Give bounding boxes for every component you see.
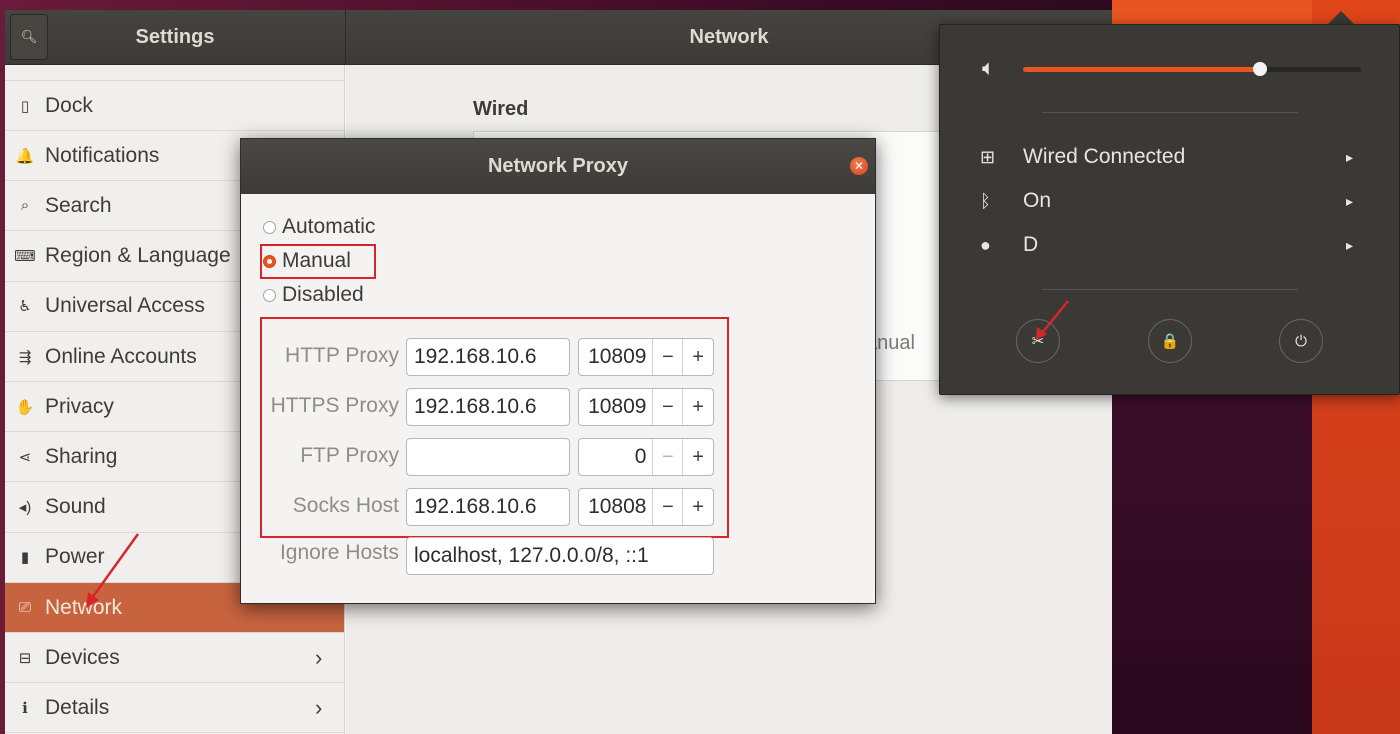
chevron-right-icon: ▸ xyxy=(1346,236,1354,253)
chevron-right-icon: ▸ xyxy=(1346,192,1354,209)
menu-separator xyxy=(1042,112,1298,113)
hand-icon: ✋ xyxy=(15,398,35,416)
speaker-icon: ◂) xyxy=(18,499,32,517)
lock-icon: 🔒 xyxy=(1160,333,1180,350)
sidebar-item-details[interactable]: ℹ Details › xyxy=(5,683,344,734)
chevron-right-icon: › xyxy=(315,644,323,670)
radio-disabled[interactable]: Disabled xyxy=(263,283,364,307)
sidebar-item-label: Details xyxy=(45,695,110,719)
radio-automatic[interactable]: Automatic xyxy=(263,215,375,239)
close-icon: ✕ xyxy=(853,159,865,173)
radio-button-icon[interactable] xyxy=(263,288,276,302)
radio-label: Automatic xyxy=(282,215,376,238)
search-button[interactable]: 🔍︎ xyxy=(10,14,48,60)
accessibility-icon: ♿ xyxy=(18,298,32,316)
system-menu: 🔈︎ ⊞ Wired Connected ▸ ᛒ On ▸ ● D ▸ ✂ 🔒 ⏻ xyxy=(939,24,1400,395)
radio-label: Disabled xyxy=(282,283,364,306)
network-proxy-dialog: Network Proxy ✕ Automatic Manual Disabled … xyxy=(240,138,876,604)
desktop-wallpaper-purple xyxy=(1112,390,1312,734)
keyboard-icon: ⌨ xyxy=(14,248,36,266)
bluetooth-icon: ᛒ xyxy=(980,190,991,211)
info-icon: ℹ xyxy=(22,699,28,717)
bell-icon: 🔔 xyxy=(15,147,35,165)
chevron-right-icon: ▸ xyxy=(1346,148,1354,165)
system-menu-item-user[interactable]: ● D ▸ xyxy=(980,225,1360,265)
system-menu-item-label: D xyxy=(1023,233,1039,256)
annotation-box-proxies xyxy=(260,317,729,538)
sidebar-item-partial xyxy=(5,65,344,81)
wired-heading: Wired xyxy=(473,98,529,120)
system-menu-pointer xyxy=(1328,11,1354,24)
volume-slider-fill xyxy=(1023,67,1260,72)
volume-slider-handle[interactable] xyxy=(1252,62,1267,76)
devices-icon: ⊟ xyxy=(18,649,32,667)
search-icon: 🔍︎ xyxy=(20,29,38,44)
annotation-arrow-network xyxy=(86,533,140,608)
network-wired-icon: ⊞ xyxy=(980,146,996,167)
sidebar-item-label: Dock xyxy=(45,93,93,117)
power-button[interactable]: ⏻ xyxy=(1279,319,1323,363)
sidebar-item-label: Devices xyxy=(45,645,120,669)
sidebar-item-dock[interactable]: ▯ Dock xyxy=(5,81,344,131)
lock-button[interactable]: 🔒 xyxy=(1148,319,1192,363)
system-menu-item-label: Wired Connected xyxy=(1023,145,1186,168)
ignore-hosts-label: Ignore Hosts xyxy=(279,541,399,564)
speaker-icon: 🔈︎ xyxy=(982,55,996,80)
user-icon: ● xyxy=(980,234,991,255)
sidebar-item-devices[interactable]: ⊟ Devices › xyxy=(5,633,344,684)
annotation-box-manual xyxy=(260,244,376,279)
menu-separator xyxy=(1042,289,1298,290)
system-menu-item-network-wired[interactable]: ⊞ Wired Connected ▸ xyxy=(980,137,1360,177)
annotation-arrow-settings xyxy=(1036,300,1069,340)
close-button[interactable]: ✕ xyxy=(850,157,868,175)
ignore-hosts-input[interactable]: localhost, 127.0.0.0/8, ::1 xyxy=(406,537,714,575)
share-icon: ⋖ xyxy=(18,448,32,466)
chevron-right-icon: › xyxy=(315,694,323,720)
dock-icon: ▯ xyxy=(20,97,30,115)
dialog-titlebar: Network Proxy ✕ xyxy=(241,139,875,194)
radio-button-icon[interactable] xyxy=(263,220,276,234)
dialog-title: Network Proxy xyxy=(487,155,629,177)
settings-title: Settings xyxy=(135,26,215,48)
search-icon: ⌕ xyxy=(20,197,30,215)
battery-icon: ▮ xyxy=(20,549,30,567)
system-menu-item-label: On xyxy=(1023,189,1052,212)
system-menu-item-bluetooth[interactable]: ᛒ On ▸ xyxy=(980,181,1360,221)
network-icon: ⎚ xyxy=(18,599,31,616)
online-accounts-icon: ⇶ xyxy=(18,348,32,366)
power-icon: ⏻ xyxy=(1295,332,1307,350)
